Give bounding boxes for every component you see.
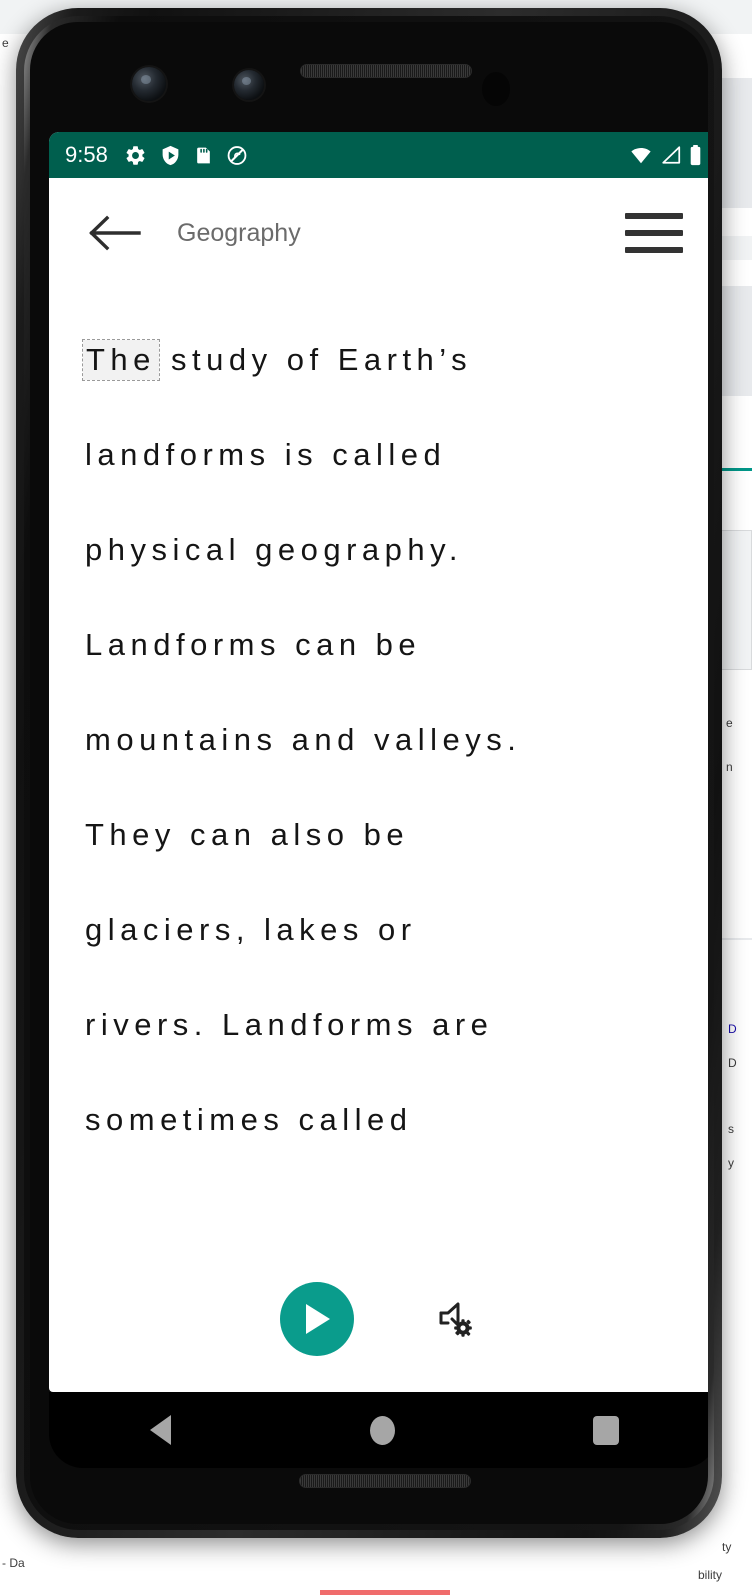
back-button[interactable]	[87, 210, 143, 256]
background-text: n	[726, 760, 733, 774]
hamburger-menu-icon[interactable]	[625, 207, 687, 259]
background-link[interactable]: D	[728, 1022, 737, 1036]
background-accent-line	[320, 1590, 450, 1595]
reader-line: rivers. Landforms are	[85, 1007, 494, 1042]
play-button[interactable]	[280, 1282, 354, 1356]
reader-line: landforms is called	[85, 437, 447, 472]
background-text: ty	[722, 1540, 732, 1554]
reader-line: They can also be	[85, 817, 410, 852]
menu-line	[625, 213, 683, 219]
circle-icon	[370, 1415, 396, 1445]
status-bar-right-icons	[628, 144, 703, 167]
background-text: e	[2, 36, 9, 50]
cell-signal-icon	[659, 144, 683, 166]
nav-back-button[interactable]	[120, 1401, 200, 1459]
battery-icon	[688, 144, 703, 167]
wifi-icon	[628, 144, 654, 166]
reader-line: sometimes called	[85, 1102, 413, 1137]
earpiece-speaker-grille	[300, 64, 472, 78]
nav-home-button[interactable]	[343, 1401, 423, 1459]
front-camera-secondary-icon	[234, 70, 264, 100]
reader-text-area[interactable]: The study of Earth’s landforms is called…	[49, 288, 708, 1262]
nav-recents-button[interactable]	[566, 1401, 646, 1459]
reader-line: mountains and valleys.	[85, 722, 522, 757]
status-bar-clock: 9:58	[65, 142, 108, 167]
play-protect-shield-icon	[160, 144, 181, 167]
background-text: - Da	[2, 1556, 25, 1570]
background-text: D	[728, 1056, 737, 1070]
reader-line: The study of Earth’s	[82, 312, 687, 407]
sd-card-icon	[194, 144, 213, 167]
phone-frame: 9:58 Geography The study of Earth’s land…	[16, 8, 722, 1538]
do-not-disturb-icon	[226, 144, 248, 167]
background-text: e	[726, 716, 733, 730]
reader-line: physical geography.	[85, 532, 463, 567]
front-camera-main-icon	[132, 67, 166, 101]
page-title: Geography	[177, 218, 301, 247]
phone-screen: 9:58 Geography The study of Earth’s land…	[49, 132, 708, 1392]
menu-line	[625, 247, 683, 253]
reader-line: Landforms can be	[85, 627, 422, 662]
playback-controls	[49, 1262, 708, 1392]
triangle-left-icon	[149, 1415, 171, 1445]
background-text: bility	[698, 1568, 723, 1582]
proximity-sensor-dot	[482, 72, 510, 106]
background-text: s	[728, 1122, 734, 1136]
background-text: y	[728, 1156, 734, 1170]
current-word-highlight[interactable]: The	[82, 339, 160, 381]
settings-gear-icon	[124, 144, 147, 167]
status-bar-left-icons	[124, 144, 248, 167]
status-bar: 9:58	[49, 132, 708, 178]
phone-body: 9:58 Geography The study of Earth’s land…	[30, 22, 708, 1524]
app-bar: Geography	[49, 178, 708, 288]
reader-line-text: study of Earth’s	[156, 342, 473, 377]
reader-line: glaciers, lakes or	[85, 912, 417, 947]
speaker-settings-button[interactable]	[426, 1289, 486, 1349]
menu-line	[625, 230, 683, 236]
screenshot-root: e e n D D s y ty - Da bility 9:58 Geogra…	[0, 0, 752, 1595]
square-icon	[592, 1415, 619, 1445]
android-nav-bar	[49, 1392, 708, 1468]
bottom-speaker-grille	[299, 1474, 471, 1488]
